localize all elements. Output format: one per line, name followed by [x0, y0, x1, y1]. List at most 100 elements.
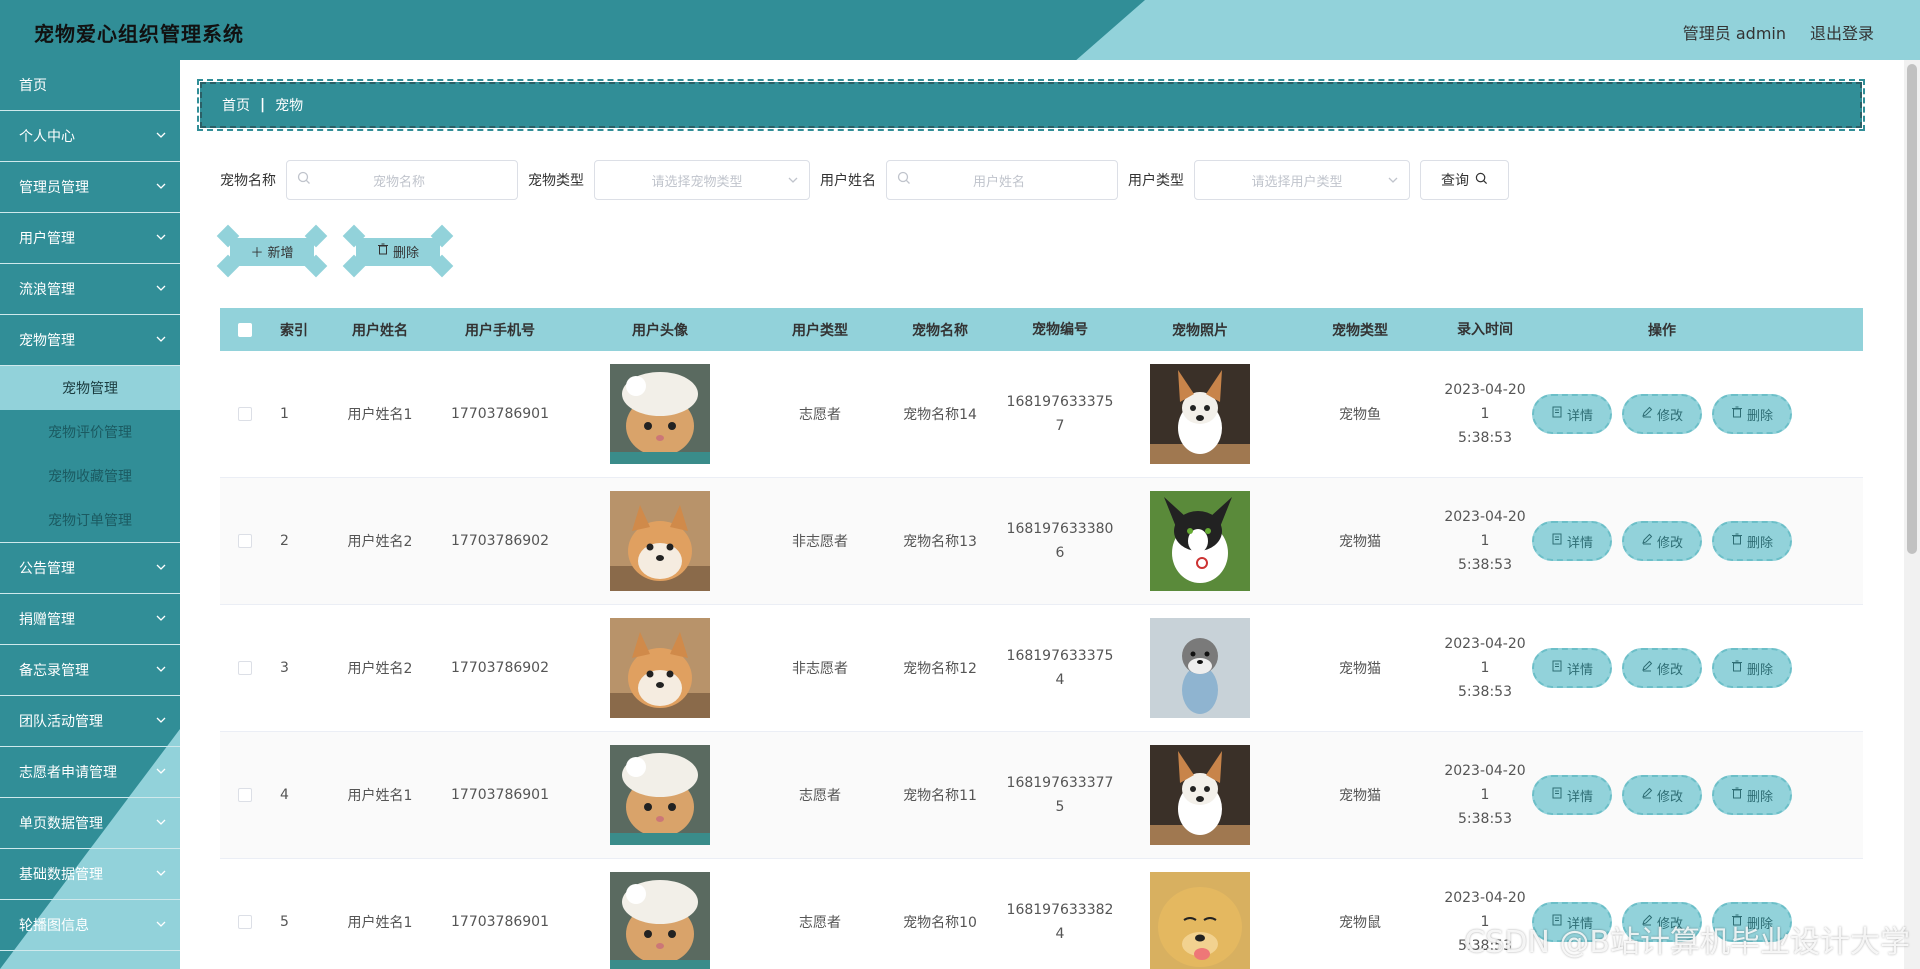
sidebar-subitem[interactable]: 宠物订单管理 — [0, 498, 180, 542]
sidebar-item-label: 个人中心 — [19, 129, 75, 145]
detail-button[interactable]: 详情 — [1532, 521, 1612, 561]
sidebar-item[interactable]: 个人中心 — [0, 111, 180, 162]
detail-label: 详情 — [1566, 408, 1593, 424]
page-scrollbar[interactable] — [1904, 60, 1920, 969]
user-avatar-image[interactable] — [610, 872, 710, 969]
user-type-select[interactable]: 请选择用户类型 — [1194, 160, 1410, 200]
delete-label: 删除 — [1746, 789, 1773, 805]
user-avatar-image[interactable] — [610, 364, 710, 464]
edit-button[interactable]: 修改 — [1622, 775, 1702, 815]
cell-user-name: 用户姓名1 — [347, 915, 413, 931]
cell-time: 2023-04-20 1 5:38:53 — [1440, 759, 1530, 831]
pet-type-select[interactable]: 请选择宠物类型 — [594, 160, 810, 200]
sidebar-subitem[interactable]: 宠物管理 — [0, 366, 180, 410]
pet-photo-image[interactable] — [1150, 491, 1250, 591]
sidebar-item[interactable]: 首页 — [0, 60, 180, 111]
detail-label: 详情 — [1566, 535, 1593, 551]
logout-link[interactable]: 退出登录 — [1810, 20, 1874, 44]
cell-pet-type: 宠物猫 — [1339, 661, 1381, 677]
detail-button[interactable]: 详情 — [1532, 648, 1612, 688]
sidebar-item[interactable]: 流浪管理 — [0, 264, 180, 315]
time-line: 5:38:53 — [1458, 811, 1512, 827]
sidebar-item[interactable]: 管理员管理 — [0, 162, 180, 213]
cell-pet-type: 宠物猫 — [1339, 534, 1381, 550]
trash-icon — [1731, 660, 1743, 676]
detail-button[interactable]: 详情 — [1532, 394, 1612, 434]
pet-photo-image[interactable] — [1150, 745, 1250, 845]
query-button[interactable]: 查询 — [1420, 160, 1509, 200]
pet-number-line: 168197633380 — [1006, 521, 1114, 537]
plus-icon: ＋ — [250, 245, 264, 261]
pet-number-line: 6 — [1055, 545, 1065, 561]
sidebar-item-label: 首页 — [19, 78, 47, 94]
delete-button[interactable]: 删除 — [1712, 521, 1792, 561]
breadcrumb-home[interactable]: 首页 — [222, 95, 250, 115]
delete-button[interactable]: 删除 — [1712, 394, 1792, 434]
chevron-down-icon — [154, 764, 168, 778]
select-all-checkbox[interactable] — [220, 322, 270, 337]
sidebar-item-label: 用户管理 — [19, 231, 75, 247]
user-avatar-image[interactable] — [610, 618, 710, 718]
user-avatar-image[interactable] — [610, 491, 710, 591]
delete-button[interactable]: 删除 — [1712, 775, 1792, 815]
time-line: 5:38:53 — [1458, 557, 1512, 573]
sidebar-item[interactable]: 宠物管理 — [0, 315, 180, 366]
sidebar-item[interactable]: 用户管理 — [0, 213, 180, 264]
sidebar-item[interactable]: 单页数据管理 — [0, 798, 180, 849]
cell-pet-name: 宠物名称12 — [903, 661, 977, 677]
sidebar-item[interactable]: 公告管理 — [0, 543, 180, 594]
cell-user-type: 志愿者 — [799, 407, 841, 423]
add-button[interactable]: ＋新增 — [216, 224, 328, 278]
search-bar: 宠物名称 宠物名称 宠物类型 请选择宠物类型 用户姓名 用户姓名 用户类型 请选… — [220, 160, 1509, 200]
trash-icon — [377, 243, 389, 259]
document-icon — [1551, 660, 1563, 676]
row-checkbox[interactable] — [220, 661, 270, 675]
sidebar-item[interactable]: 团队活动管理 — [0, 696, 180, 747]
pet-photo-image[interactable] — [1150, 618, 1250, 718]
detail-button[interactable]: 详情 — [1532, 775, 1612, 815]
edit-button[interactable]: 修改 — [1622, 648, 1702, 688]
cell-user-name: 用户姓名1 — [347, 407, 413, 423]
trash-icon — [1731, 533, 1743, 549]
row-checkbox[interactable] — [220, 788, 270, 802]
pet-name-input[interactable]: 宠物名称 — [286, 160, 518, 200]
delete-label: 删除 — [1746, 662, 1773, 678]
edit-button[interactable]: 修改 — [1622, 394, 1702, 434]
sidebar-subitem[interactable]: 宠物收藏管理 — [0, 454, 180, 498]
pet-number-line: 4 — [1055, 672, 1065, 688]
user-avatar-image[interactable] — [610, 745, 710, 845]
table-header: 索引 用户姓名 用户手机号 用户头像 用户类型 宠物名称 宠物编号 宠物照片 宠… — [220, 308, 1863, 351]
user-type-label: 用户类型 — [1128, 173, 1184, 189]
batch-delete-button[interactable]: 删除 — [342, 224, 454, 278]
sidebar-item[interactable]: 志愿者申请管理 — [0, 747, 180, 798]
trash-icon — [1731, 787, 1743, 803]
detail-label: 详情 — [1566, 662, 1593, 678]
pet-photo-image[interactable] — [1150, 872, 1250, 969]
action-bar: ＋新增 删除 — [216, 224, 454, 278]
sidebar-item[interactable]: 捐赠管理 — [0, 594, 180, 645]
sidebar-item[interactable]: 基础数据管理 — [0, 849, 180, 900]
row-checkbox[interactable] — [220, 407, 270, 421]
user-name-input[interactable]: 用户姓名 — [886, 160, 1118, 200]
cell-user-name: 用户姓名2 — [347, 661, 413, 677]
cell-index: 1 — [280, 406, 289, 422]
sidebar-item-label: 团队活动管理 — [19, 714, 103, 730]
row-checkbox[interactable] — [220, 915, 270, 929]
time-line: 2023-04-20 1 — [1444, 382, 1526, 422]
cell-operations: 详情 修改 删除 — [1530, 521, 1794, 561]
cell-user-type: 非志愿者 — [792, 534, 848, 550]
cell-pet-name: 宠物名称14 — [903, 407, 977, 423]
sidebar-item[interactable]: 轮播图信息 — [0, 900, 180, 951]
sidebar-item[interactable]: 备忘录管理 — [0, 645, 180, 696]
cell-user-type: 志愿者 — [799, 788, 841, 804]
watermark: CSDN @B站计算机毕业设计大学 — [1464, 925, 1910, 960]
sidebar-subitem[interactable]: 宠物评价管理 — [0, 410, 180, 454]
chevron-down-icon — [787, 174, 799, 190]
cell-pet-number: 168197633382 4 — [1000, 898, 1120, 946]
table-row: 2 用户姓名2 17703786902 非志愿者 宠物名称13 168197633380 6… — [220, 478, 1863, 605]
edit-label: 修改 — [1656, 408, 1683, 424]
delete-button[interactable]: 删除 — [1712, 648, 1792, 688]
edit-button[interactable]: 修改 — [1622, 521, 1702, 561]
pet-photo-image[interactable] — [1150, 364, 1250, 464]
row-checkbox[interactable] — [220, 534, 270, 548]
